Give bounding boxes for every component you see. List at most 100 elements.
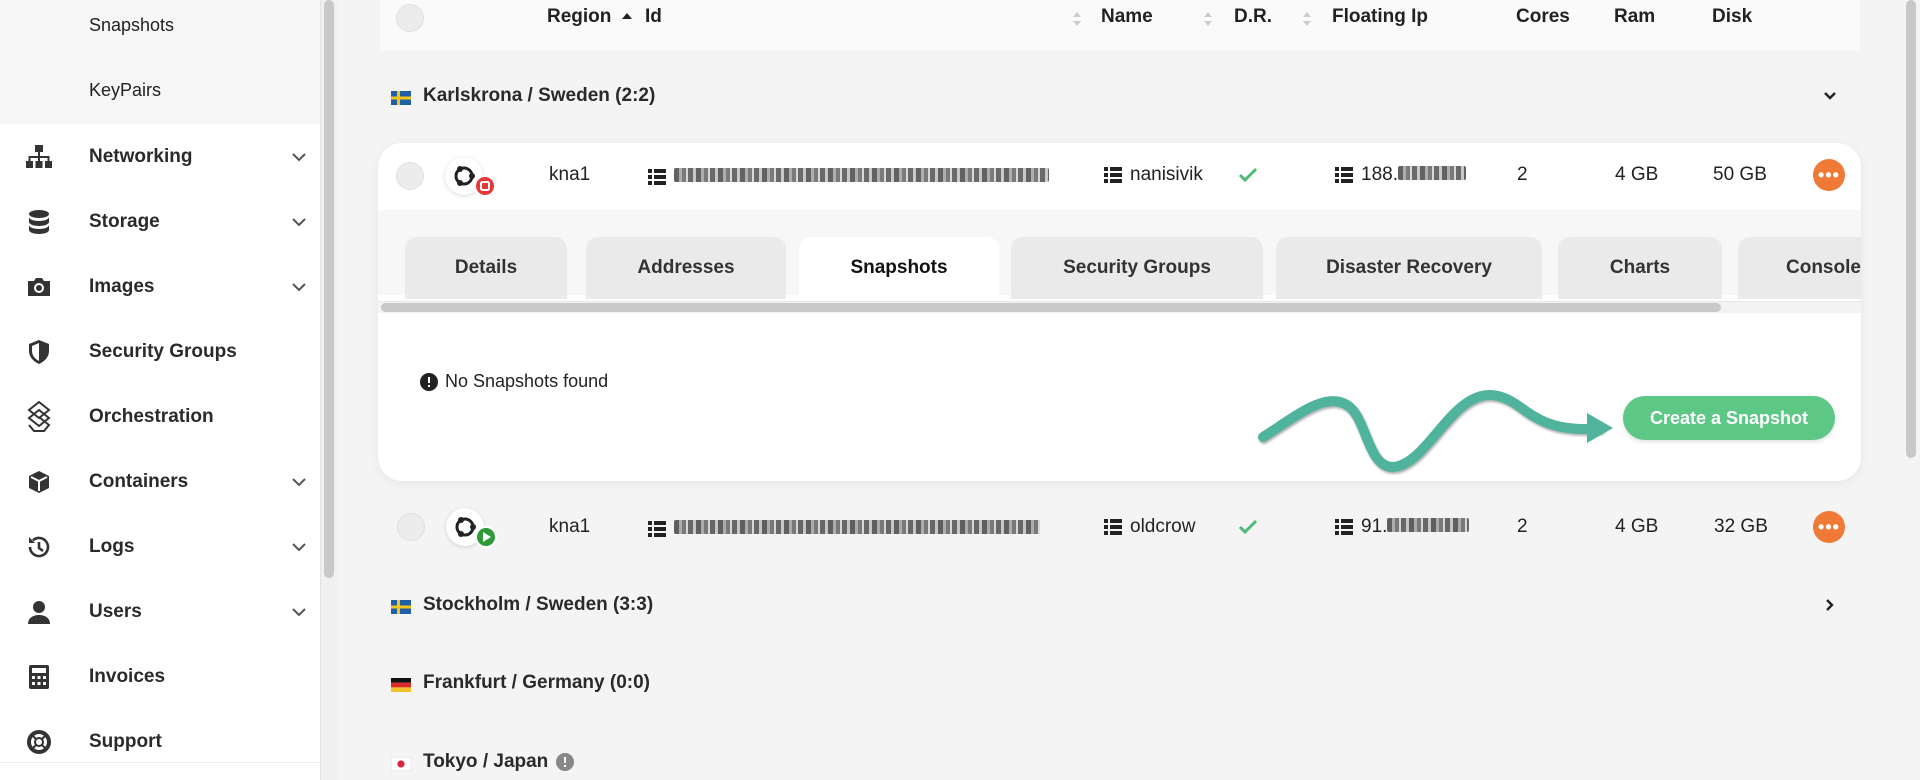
tabs-scrollbar-thumb[interactable] [381, 303, 1721, 312]
column-header-cores[interactable]: Cores [1516, 6, 1570, 28]
sitemap-icon [25, 143, 53, 171]
select-all-checkbox[interactable] [396, 4, 424, 32]
region-group-tokyo[interactable]: Tokyo / Japan [390, 747, 575, 777]
sidebar-scrollbar-thumb[interactable] [324, 0, 334, 578]
column-header-dr[interactable]: D.R. [1234, 6, 1272, 28]
sidebar-item-security-groups[interactable]: Security Groups [0, 319, 320, 384]
sidebar-subitem-snapshots[interactable]: Snapshots [89, 15, 174, 36]
tab-security-groups[interactable]: Security Groups [1011, 237, 1263, 299]
column-header-id[interactable]: Id [645, 6, 662, 28]
column-header-name[interactable]: Name [1101, 6, 1153, 28]
sidebar-item-label: Containers [89, 470, 189, 492]
column-header-ram[interactable]: Ram [1614, 6, 1655, 28]
user-icon [25, 598, 53, 626]
server-cores: 2 [1517, 516, 1528, 537]
sidebar-item-label: Users [89, 600, 142, 622]
chevron-down-icon [292, 607, 306, 616]
server-id [648, 518, 1040, 540]
server-name[interactable]: nanisivik [1104, 164, 1203, 186]
server-id [648, 166, 1049, 188]
region-label: Karlskrona / Sweden (2:2) [423, 85, 656, 106]
floating-ip-prefix: 91. [1361, 516, 1388, 537]
sidebar-item-users[interactable]: Users [0, 579, 320, 644]
info-icon[interactable] [556, 753, 575, 771]
sidebar-item-label: Networking [89, 145, 193, 167]
tab-charts[interactable]: Charts [1558, 237, 1722, 299]
column-header-disk[interactable]: Disk [1712, 6, 1752, 28]
floating-ip-prefix: 188. [1361, 164, 1398, 185]
region-group-karlskrona[interactable]: Karlskrona / Sweden (2:2) [391, 81, 655, 111]
sweden-flag-icon [391, 598, 411, 614]
sidebar: Snapshots KeyPairs Networking Storage Im… [0, 0, 320, 780]
check-icon [1238, 519, 1258, 535]
sidebar-submenu: Snapshots KeyPairs [0, 0, 320, 124]
server-name[interactable]: oldcrow [1104, 516, 1195, 538]
sidebar-item-containers[interactable]: Containers [0, 449, 320, 514]
sidebar-item-label: Security Groups [89, 340, 237, 362]
tab-snapshots[interactable]: Snapshots [799, 237, 999, 299]
sidebar-item-label: Logs [89, 535, 135, 557]
empty-message: No Snapshots found [445, 371, 609, 391]
redacted-ip [1387, 518, 1470, 532]
server-region: kna1 [549, 164, 591, 185]
sidebar-item-orchestration[interactable]: Orchestration [0, 384, 320, 449]
sidebar-item-networking[interactable]: Networking [0, 124, 320, 189]
redacted-id [674, 520, 1040, 534]
table-header: Region Id Name D.R. Floating Ip Cores Ra… [380, 0, 1860, 50]
info-icon [420, 372, 438, 391]
sort-icon[interactable] [1302, 10, 1312, 28]
table-icon [1104, 518, 1122, 535]
sidebar-item-label: Orchestration [89, 405, 214, 427]
table-icon [1335, 166, 1353, 183]
server-disk: 32 GB [1714, 516, 1768, 537]
chevron-down-icon[interactable] [1822, 88, 1838, 104]
snapshots-empty-state: No Snapshots found [420, 371, 608, 392]
sidebar-item-label: Storage [89, 210, 160, 232]
sidebar-item-images[interactable]: Images [0, 254, 320, 319]
sidebar-footer [0, 762, 320, 780]
row-checkbox[interactable] [396, 162, 424, 190]
tab-disaster-recovery[interactable]: Disaster Recovery [1276, 237, 1542, 299]
chevron-down-icon [292, 217, 306, 226]
chevron-down-icon [292, 152, 306, 161]
chevron-down-icon [292, 542, 306, 551]
sidebar-subitem-keypairs[interactable]: KeyPairs [89, 80, 161, 101]
server-name-label: oldcrow [1130, 516, 1196, 537]
tab-addresses[interactable]: Addresses [586, 237, 786, 299]
region-group-stockholm[interactable]: Stockholm / Sweden (3:3) [391, 590, 653, 620]
server-ram: 4 GB [1615, 164, 1659, 185]
server-floating-ip: 188. [1335, 164, 1466, 186]
row-checkbox[interactable] [397, 513, 425, 541]
chevron-down-icon [292, 477, 306, 486]
sidebar-item-label: Images [89, 275, 155, 297]
tab-console[interactable]: Console [1738, 237, 1861, 299]
sidebar-item-storage[interactable]: Storage [0, 189, 320, 254]
japan-flag-icon [390, 755, 412, 772]
sidebar-item-logs[interactable]: Logs [0, 514, 320, 579]
calculator-icon [25, 663, 53, 691]
create-snapshot-button[interactable]: Create a Snapshot [1623, 396, 1835, 440]
server-disk: 50 GB [1713, 164, 1767, 185]
page-scrollbar-thumb[interactable] [1906, 0, 1916, 458]
running-status-icon [475, 526, 497, 548]
column-header-floating-ip[interactable]: Floating Ip [1332, 6, 1428, 28]
sort-icon[interactable] [1072, 10, 1082, 28]
table-icon [1335, 518, 1353, 535]
more-actions-button[interactable]: ••• [1813, 159, 1845, 191]
redacted-ip [1397, 166, 1466, 180]
table-icon [648, 520, 666, 537]
tab-details[interactable]: Details [405, 237, 567, 299]
check-icon [1238, 167, 1258, 183]
server-cores: 2 [1517, 164, 1528, 185]
sort-ascending-icon [621, 13, 632, 19]
sidebar-item-invoices[interactable]: Invoices [0, 644, 320, 709]
server-ram: 4 GB [1615, 516, 1659, 537]
sort-icon[interactable] [1203, 10, 1213, 28]
region-label: Tokyo / Japan [423, 751, 549, 772]
region-label: Stockholm / Sweden (3:3) [423, 594, 654, 615]
chevron-right-icon[interactable] [1822, 597, 1838, 613]
more-actions-button[interactable]: ••• [1813, 511, 1845, 543]
region-group-frankfurt[interactable]: Frankfurt / Germany (0:0) [391, 668, 650, 698]
column-header-region[interactable]: Region [547, 6, 633, 28]
germany-flag-icon [391, 676, 411, 692]
